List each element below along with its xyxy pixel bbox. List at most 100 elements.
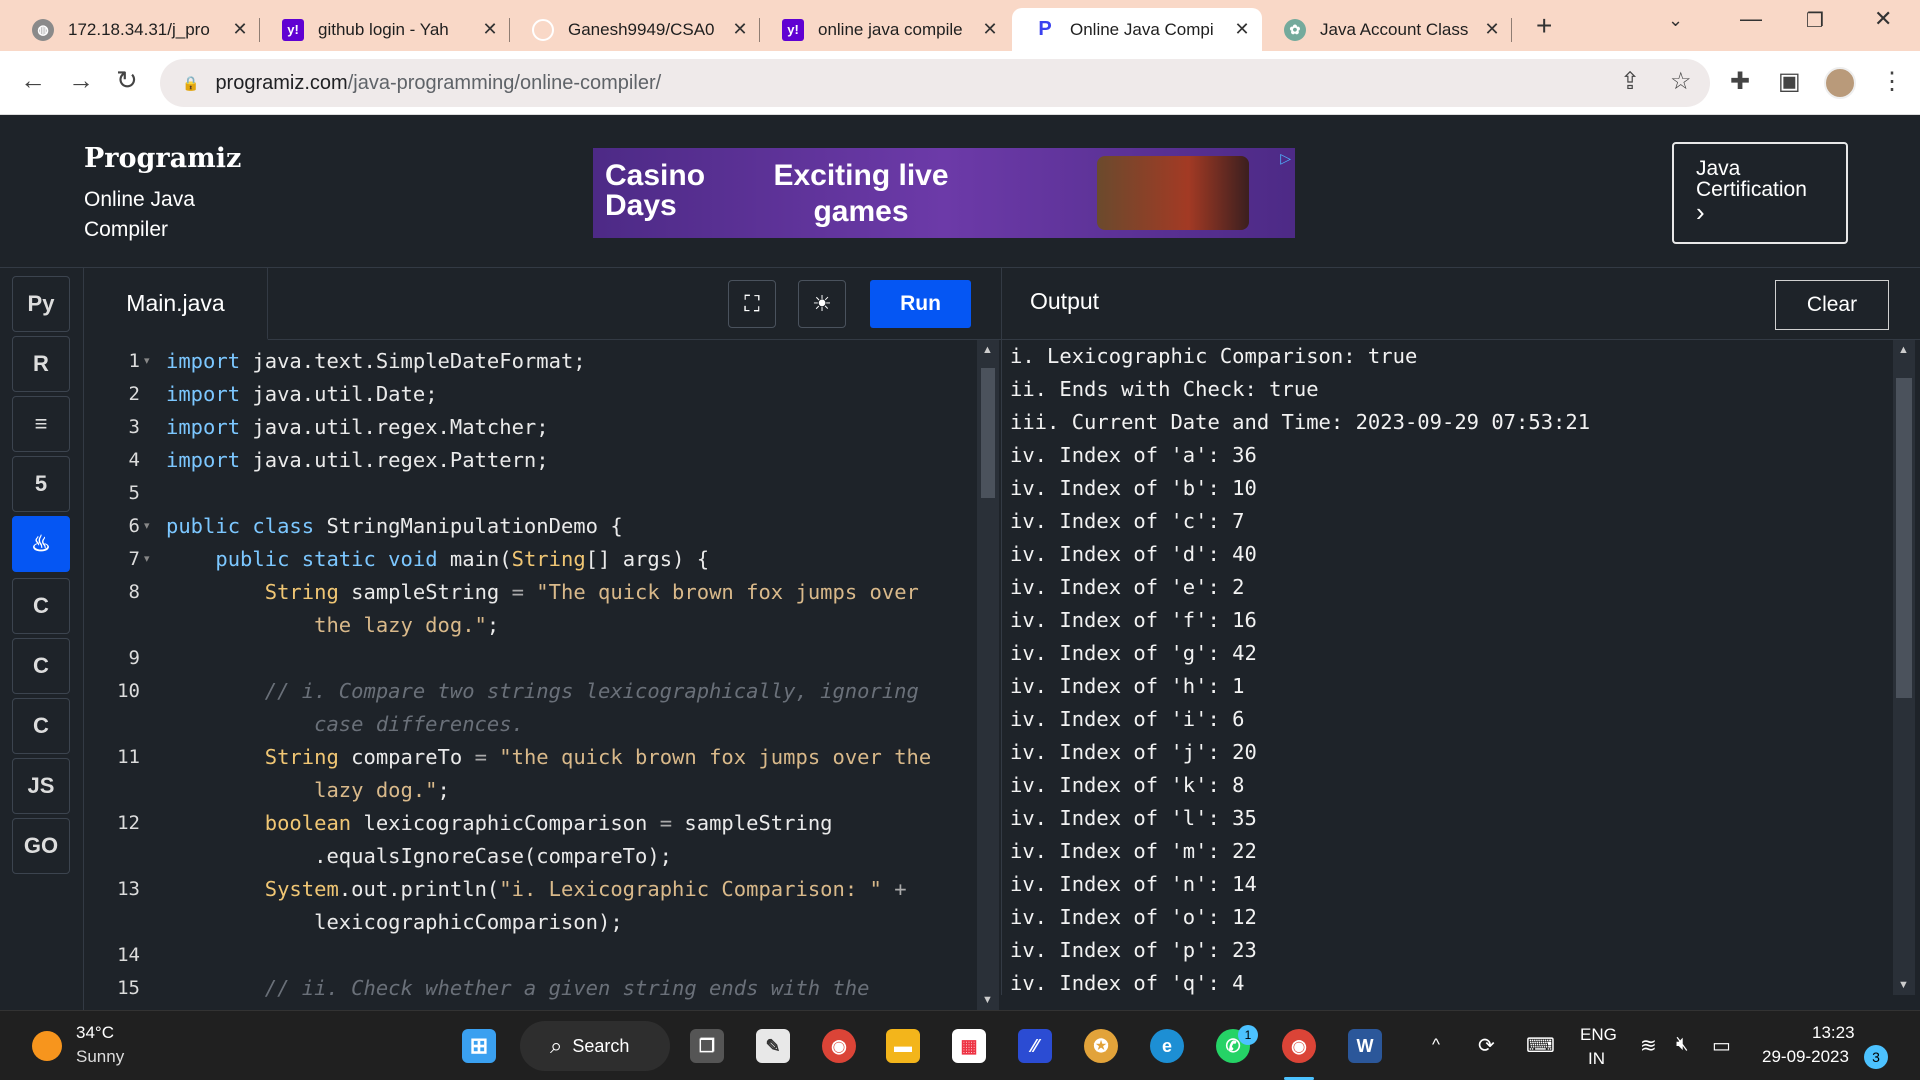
close-icon[interactable]: ✕ xyxy=(1482,19,1502,40)
code-line[interactable]: String sampleString = "The quick brown f… xyxy=(166,576,919,609)
code-line[interactable]: .equalsIgnoreCase(compareTo); xyxy=(166,840,672,873)
scroll-down-icon[interactable]: ▼ xyxy=(982,994,993,1006)
close-window-button[interactable]: ✕ xyxy=(1874,6,1892,32)
fullscreen-icon[interactable]: ⛶ xyxy=(728,280,776,328)
js-icon[interactable]: JS xyxy=(12,758,70,814)
file-explorer-icon[interactable]: ▬ xyxy=(886,1029,920,1063)
vs-app-icon[interactable]: ⁄⁄ xyxy=(1018,1029,1052,1063)
python-icon[interactable]: Py xyxy=(12,276,70,332)
close-icon[interactable]: ✕ xyxy=(480,19,500,40)
csharp-icon[interactable]: C xyxy=(12,698,70,754)
scroll-up-icon[interactable]: ▲ xyxy=(1898,344,1909,356)
battery-icon[interactable]: ▭ xyxy=(1712,1033,1731,1058)
fold-arrow-icon[interactable]: ▾ xyxy=(144,345,150,378)
scrollbar-thumb[interactable] xyxy=(1896,378,1912,698)
side-panel-icon[interactable]: ▣ xyxy=(1778,67,1801,96)
code-editor[interactable]: 1 ▾ import java.text.SimpleDateFormat; 2 imp… xyxy=(84,340,1001,1010)
tray-chevron-icon[interactable]: ^ xyxy=(1432,1035,1440,1055)
code-line[interactable]: lexicographicComparison); xyxy=(166,906,623,939)
file-tab-main-java[interactable]: Main.java xyxy=(84,268,268,340)
adchoices-icon[interactable]: ▷ xyxy=(1280,150,1291,167)
notepad-icon[interactable]: ✎ xyxy=(756,1029,790,1063)
scroll-up-icon[interactable]: ▲ xyxy=(982,344,993,356)
go-icon[interactable]: GO xyxy=(12,818,70,874)
clock-date[interactable]: 29-09-2023 xyxy=(1762,1047,1849,1067)
editor-scrollbar[interactable]: ▲ ▼ xyxy=(977,340,999,1010)
back-icon[interactable]: ← xyxy=(20,65,46,96)
close-icon[interactable]: ✕ xyxy=(1232,19,1252,40)
windows-start-icon[interactable]: ⊞ xyxy=(462,1029,496,1063)
code-line[interactable]: the lazy dog."; xyxy=(166,609,499,642)
clear-button[interactable]: Clear xyxy=(1775,280,1889,330)
browser-tab[interactable]: y! github login - Yah ✕ xyxy=(260,8,510,51)
code-line[interactable]: import java.text.SimpleDateFormat; xyxy=(166,345,586,378)
code-line[interactable]: public static void main(String[] args) { xyxy=(166,543,709,576)
extensions-icon[interactable]: ✚ xyxy=(1730,67,1750,96)
code-line[interactable]: import java.util.regex.Pattern; xyxy=(166,444,549,477)
browser-tab[interactable]: ◍ 172.18.34.31/j_pro ✕ xyxy=(10,8,260,51)
word-icon[interactable]: W xyxy=(1348,1029,1382,1063)
edge-icon[interactable]: e xyxy=(1150,1029,1184,1063)
java-icon[interactable]: ♨ xyxy=(12,516,70,572)
code-line[interactable]: // i. Compare two strings lexicographica… xyxy=(166,675,919,708)
menu-kebab-icon[interactable]: ⋮ xyxy=(1880,67,1904,96)
chrome-active-icon[interactable]: ◉ xyxy=(1282,1029,1316,1063)
code-line[interactable]: import java.util.Date; xyxy=(166,378,438,411)
scrollbar-thumb[interactable] xyxy=(981,368,995,498)
code-line[interactable]: public class StringManipulationDemo { xyxy=(166,510,623,543)
cpp-icon[interactable]: C xyxy=(12,638,70,694)
task-view-icon[interactable]: ❐ xyxy=(690,1029,724,1063)
microsoft-store-icon[interactable]: ▦ xyxy=(952,1029,986,1063)
language-bottom[interactable]: IN xyxy=(1588,1049,1605,1069)
browser-tab[interactable]: y! online java compile ✕ xyxy=(760,8,1010,51)
wifi-icon[interactable]: ≋ xyxy=(1640,1033,1657,1058)
mute-icon[interactable]: 🔇︎ xyxy=(1676,1033,1689,1056)
theme-toggle-sun-icon[interactable]: ☀ xyxy=(798,280,846,328)
code-line[interactable]: case differences. xyxy=(166,708,524,741)
reload-icon[interactable]: ↻ xyxy=(116,65,138,96)
c-icon[interactable]: C xyxy=(12,578,70,634)
tab-search-icon[interactable]: ⌄ xyxy=(1668,10,1683,31)
close-icon[interactable]: ✕ xyxy=(230,19,250,40)
restore-button[interactable]: ❐ xyxy=(1806,8,1824,33)
weather-description[interactable]: Sunny xyxy=(76,1047,124,1067)
output-scrollbar[interactable]: ▲ ▼ xyxy=(1893,340,1915,995)
profile-avatar[interactable] xyxy=(1824,67,1856,99)
run-button[interactable]: Run xyxy=(870,280,971,328)
code-line[interactable]: String compareTo = "the quick brown fox … xyxy=(166,741,932,774)
taskbar-search[interactable]: ⌕ Search xyxy=(520,1021,670,1071)
weather-temperature[interactable]: 34°C xyxy=(76,1023,114,1043)
keyboard-icon[interactable]: ⌨ xyxy=(1526,1033,1555,1058)
sql-icon[interactable]: ≡ xyxy=(12,396,70,452)
notification-badge[interactable]: 3 xyxy=(1864,1045,1888,1069)
code-line[interactable]: // ii. Check whether a given string ends… xyxy=(166,972,870,1005)
browser-tab[interactable]: Ganesh9949/CSA0 ✕ xyxy=(510,8,760,51)
forward-icon[interactable]: → xyxy=(68,65,94,96)
code-line[interactable]: System.out.println("i. Lexicographic Com… xyxy=(166,873,907,906)
new-tab-button[interactable]: + xyxy=(1536,10,1552,42)
fold-arrow-icon[interactable]: ▾ xyxy=(144,543,150,576)
browser-tab-active[interactable]: P Online Java Compi ✕ xyxy=(1012,8,1262,51)
output-console[interactable]: i. Lexicographic Comparison: true ii. End… xyxy=(1001,340,1920,995)
code-line[interactable]: lazy dog."; xyxy=(166,774,450,807)
url-bar[interactable]: 🔒 programiz.com/java-programming/online-… xyxy=(160,59,1710,107)
medal-icon[interactable]: ✪ xyxy=(1084,1029,1118,1063)
language-top[interactable]: ENG xyxy=(1580,1025,1617,1045)
browser-tab[interactable]: ✿ Java Account Class ✕ xyxy=(1262,8,1512,51)
chrome-icon[interactable]: ◉ xyxy=(822,1029,856,1063)
scroll-down-icon[interactable]: ▼ xyxy=(1898,979,1909,991)
close-icon[interactable]: ✕ xyxy=(980,19,1000,40)
html-icon[interactable]: 5 xyxy=(12,456,70,512)
close-icon[interactable]: ✕ xyxy=(730,19,750,40)
share-icon[interactable]: ⇪ xyxy=(1620,67,1640,96)
code-line[interactable]: import java.util.regex.Matcher; xyxy=(166,411,549,444)
minimize-button[interactable]: — xyxy=(1740,6,1762,32)
fold-arrow-icon[interactable]: ▾ xyxy=(144,510,150,543)
r-icon[interactable]: R xyxy=(12,336,70,392)
clock-time[interactable]: 13:23 xyxy=(1812,1023,1855,1043)
sync-icon[interactable]: ⟳ xyxy=(1478,1033,1495,1058)
bookmark-star-icon[interactable]: ☆ xyxy=(1670,67,1692,96)
java-certification-button[interactable]: Java Certification › xyxy=(1672,142,1848,244)
weather-sun-icon[interactable] xyxy=(32,1031,62,1061)
programiz-logo[interactable]: Programiz xyxy=(84,143,241,174)
